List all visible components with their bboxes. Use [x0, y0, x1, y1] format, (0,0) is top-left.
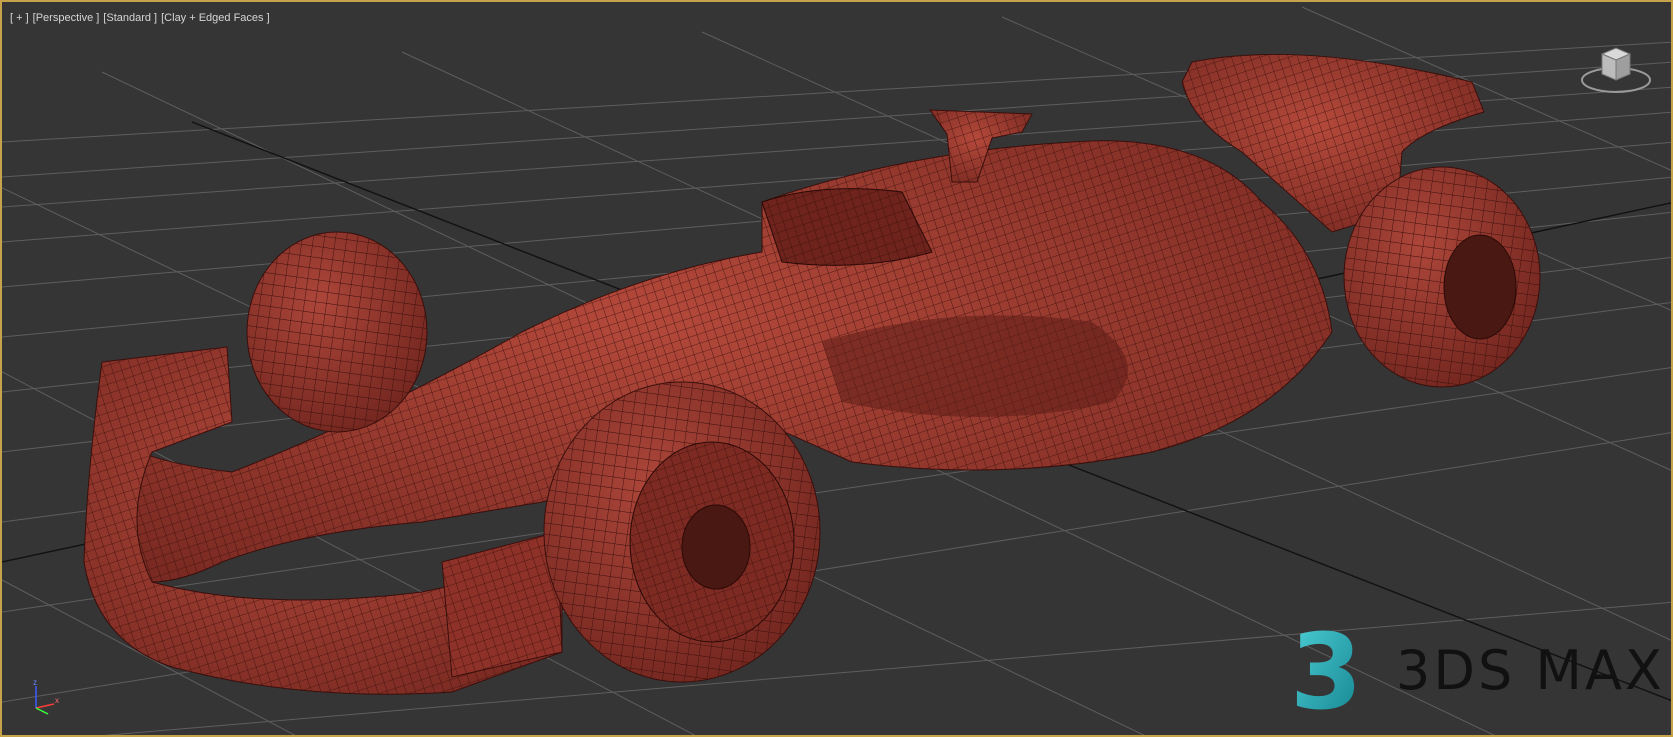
3ds-max-logo-icon: 3: [1290, 622, 1362, 718]
front-right-wheel: [543, 381, 821, 683]
viewport-point-of-view-menu[interactable]: [Perspective ]: [33, 12, 100, 24]
axis-tripod-icon: z x: [33, 678, 59, 715]
viewport-label-menu: [ + ] [Perspective ] [Standard ] [Clay +…: [10, 12, 270, 24]
perspective-viewport[interactable]: [ + ] [Perspective ] [Standard ] [Clay +…: [0, 0, 1673, 737]
axis-x-label: x: [55, 696, 59, 705]
logo-glyph: 3: [1290, 622, 1362, 718]
rear-right-wheel: [1343, 166, 1541, 388]
front-left-wheel: [246, 231, 428, 433]
viewport-shading-menu[interactable]: [Clay + Edged Faces ]: [161, 12, 270, 24]
viewport-standard-menu[interactable]: [Standard ]: [103, 12, 157, 24]
brand-text: 3DS MAX: [1396, 638, 1665, 702]
axis-z-label: z: [33, 678, 37, 687]
viewport-general-menu[interactable]: [ + ]: [10, 12, 29, 24]
viewcube-icon[interactable]: [1580, 40, 1652, 96]
brand-watermark: 3 3DS MAX: [1288, 622, 1665, 718]
